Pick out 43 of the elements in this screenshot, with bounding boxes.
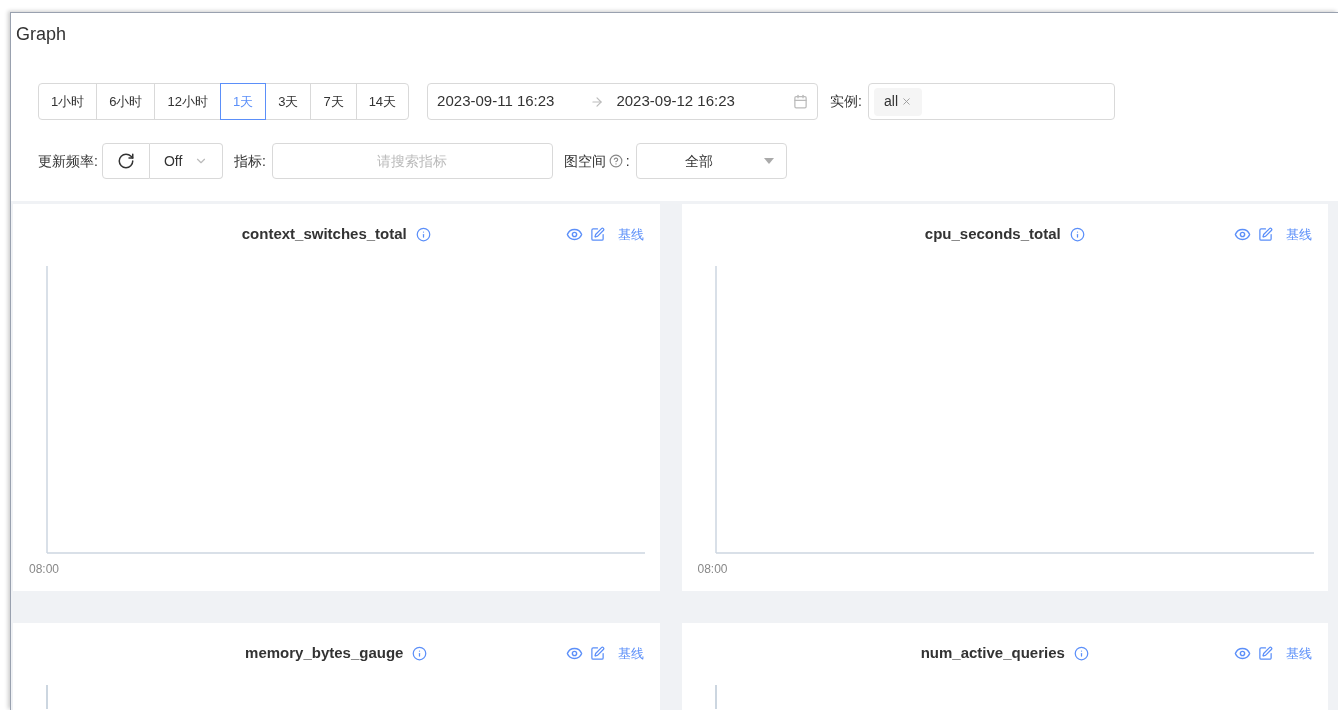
refresh-interval-select[interactable]: Off bbox=[149, 143, 223, 179]
end-date: 2023-09-12 16:23 bbox=[616, 91, 735, 112]
chart-title: num_active_queries bbox=[920, 642, 1065, 663]
help-icon[interactable] bbox=[608, 154, 623, 168]
edit-icon[interactable] bbox=[1258, 227, 1273, 243]
close-icon[interactable] bbox=[901, 96, 912, 107]
y-axis-line bbox=[46, 685, 48, 709]
time-range-tab[interactable]: 14天 bbox=[355, 83, 410, 120]
metric-search-field[interactable]: 请搜索指标 bbox=[271, 143, 553, 179]
start-date: 2023-09-11 16:23 bbox=[437, 91, 555, 112]
axis-tick-label: 08:00 bbox=[697, 561, 729, 578]
tag-label: all bbox=[884, 92, 898, 111]
instance-label: 实例: bbox=[830, 92, 862, 111]
time-range-tab[interactable]: 1小时 bbox=[38, 83, 98, 120]
refresh-button[interactable] bbox=[101, 143, 150, 179]
info-icon[interactable] bbox=[1069, 226, 1085, 242]
chart-title: memory_bytes_gauge bbox=[245, 642, 404, 663]
info-icon[interactable] bbox=[1073, 645, 1089, 661]
time-range-tab[interactable]: 12小时 bbox=[154, 83, 221, 120]
instance-select[interactable]: all bbox=[868, 83, 1115, 120]
time-range-tab[interactable]: 3天 bbox=[265, 83, 312, 120]
graph-space-label: 图空间 bbox=[563, 151, 606, 171]
arrow-icon bbox=[590, 94, 605, 109]
refresh-label: 更新频率: bbox=[38, 151, 98, 171]
refresh-icon bbox=[116, 152, 135, 170]
edit-icon[interactable] bbox=[1258, 646, 1273, 662]
dropdown-triangle-icon bbox=[763, 158, 774, 164]
date-range-picker[interactable]: 2023-09-11 16:23 2023-09-12 16:23 bbox=[427, 83, 819, 120]
chart-title: context_switches_total bbox=[241, 223, 407, 244]
y-axis-line bbox=[714, 685, 717, 709]
time-range-tab[interactable]: 7天 bbox=[310, 83, 357, 120]
time-range-tab[interactable]: 6小时 bbox=[96, 83, 156, 120]
edit-icon[interactable] bbox=[589, 646, 605, 662]
axis-tick-label: 08:00 bbox=[29, 561, 61, 578]
page-title: Graph bbox=[15, 23, 68, 46]
calendar-icon bbox=[793, 94, 809, 109]
metric-label: 指标: bbox=[233, 151, 266, 171]
graph-space-select[interactable]: 全部 bbox=[635, 143, 787, 179]
chart-title: cpu_seconds_total bbox=[924, 223, 1061, 244]
colon-separator: : bbox=[625, 151, 630, 171]
edit-icon[interactable] bbox=[589, 227, 605, 243]
info-icon[interactable] bbox=[412, 645, 428, 661]
info-icon[interactable] bbox=[415, 226, 431, 242]
